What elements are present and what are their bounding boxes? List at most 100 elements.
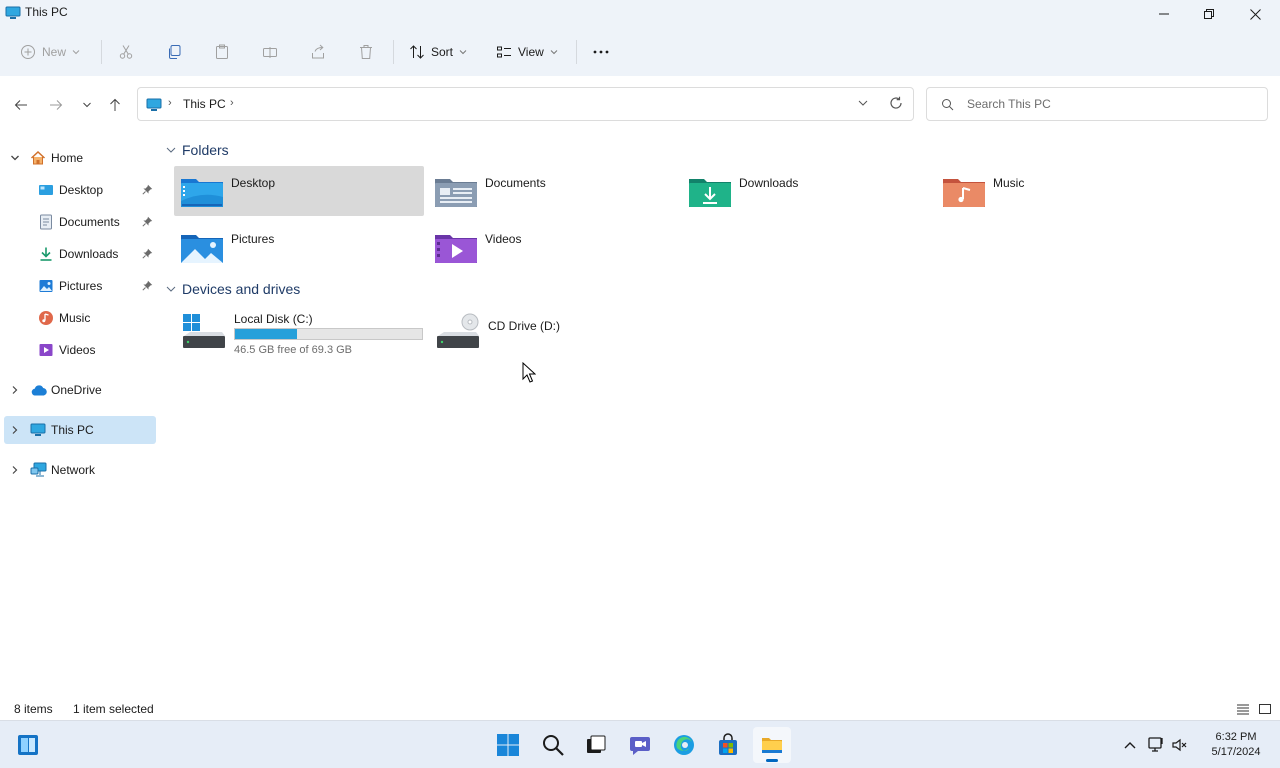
chevron-up-icon [1124, 742, 1136, 749]
sidebar-item-label: Videos [59, 343, 96, 357]
task-view-button[interactable] [577, 727, 615, 763]
address-bar[interactable]: › This PC › [137, 87, 914, 121]
chevron-right-icon[interactable] [10, 464, 20, 478]
folders-section-header[interactable]: Folders [166, 142, 229, 158]
active-app-indicator [766, 759, 778, 762]
restore-button[interactable] [1186, 0, 1232, 28]
sidebar-item-desktop[interactable]: Desktop [4, 176, 156, 204]
address-row: › This PC › [0, 76, 1280, 132]
cd-drive-icon [436, 312, 480, 355]
delete-button[interactable] [358, 40, 374, 64]
see-more-button[interactable] [592, 40, 610, 64]
chevron-down-icon[interactable] [10, 152, 20, 166]
downloads-folder-icon [688, 173, 732, 212]
system-tray-button[interactable] [1142, 727, 1192, 763]
this-pc-icon [5, 5, 21, 24]
folder-tile-pictures[interactable]: Pictures [174, 222, 424, 272]
folder-tile-music[interactable]: Music [936, 166, 1186, 216]
taskbar-clock[interactable]: 6:32 PM 5/17/2024 [1200, 730, 1272, 760]
music-folder-icon [942, 173, 986, 212]
details-view-button[interactable] [1234, 700, 1252, 718]
cloud-icon [30, 383, 48, 400]
sidebar-item-documents[interactable]: Documents [4, 208, 156, 236]
sidebar-item-pictures[interactable]: Pictures [4, 272, 156, 300]
up-button[interactable] [104, 94, 126, 116]
search-box[interactable] [926, 87, 1268, 121]
search-taskbar-button[interactable] [534, 727, 572, 763]
new-label: New [42, 45, 67, 59]
sidebar-item-label: Music [59, 311, 91, 325]
chat-button[interactable] [621, 727, 659, 763]
arrow-right-icon [50, 100, 63, 110]
sidebar-item-this-pc[interactable]: This PC [4, 416, 156, 444]
pin-icon[interactable] [142, 184, 153, 198]
drive-tile-c[interactable]: Local Disk (C:) 46.5 GB free of 69.3 GB [178, 308, 428, 358]
drives-header-label: Devices and drives [182, 281, 301, 297]
minimize-button[interactable] [1141, 0, 1187, 28]
search-input[interactable] [967, 95, 1257, 113]
command-bar: New Sort View [0, 28, 1280, 76]
recent-locations-button[interactable] [76, 94, 98, 116]
sidebar-item-label: Documents [59, 215, 120, 229]
widgets-button[interactable] [9, 727, 47, 763]
folders-header-label: Folders [182, 142, 229, 158]
folder-tile-documents[interactable]: Documents [428, 166, 678, 216]
address-dropdown-button[interactable] [857, 97, 869, 112]
share-icon [312, 44, 324, 59]
folder-tile-videos[interactable]: Videos [428, 222, 678, 272]
sidebar-item-videos[interactable]: Videos [4, 336, 156, 364]
sidebar-item-network[interactable]: Network [4, 456, 156, 484]
edge-button[interactable] [665, 727, 703, 763]
folder-tile-downloads[interactable]: Downloads [682, 166, 932, 216]
close-button[interactable] [1232, 0, 1278, 28]
cut-button[interactable] [118, 40, 134, 64]
new-button[interactable]: New [20, 40, 80, 64]
sidebar-item-music[interactable]: Music [4, 304, 156, 332]
refresh-icon [890, 96, 902, 109]
rename-button[interactable] [262, 40, 278, 64]
view-button[interactable]: View [496, 40, 558, 64]
this-pc-icon [30, 422, 46, 441]
pin-icon[interactable] [142, 280, 153, 294]
drive-label: Local Disk (C:) [234, 312, 313, 326]
chevron-right-icon[interactable] [10, 384, 20, 398]
breadcrumb-this-pc[interactable]: This PC [183, 97, 226, 111]
paste-button[interactable] [214, 40, 230, 64]
folder-label: Pictures [231, 232, 275, 246]
drives-section-header[interactable]: Devices and drives [166, 281, 300, 297]
folder-tile-desktop[interactable]: Desktop [174, 166, 424, 216]
copy-button[interactable] [166, 40, 182, 64]
drive-tile-d[interactable]: CD Drive (D:) [432, 308, 682, 358]
separator [101, 40, 102, 64]
refresh-button[interactable] [889, 96, 903, 113]
network-icon [30, 462, 47, 481]
chevron-right-icon[interactable] [10, 424, 20, 438]
copy-icon [169, 45, 181, 59]
content-area: Folders Desktop Documents Downloads Musi… [160, 132, 1280, 700]
back-button[interactable] [10, 94, 32, 116]
rename-icon [263, 47, 277, 58]
chat-icon [630, 737, 650, 755]
file-explorer-button[interactable] [753, 727, 791, 763]
clipboard-icon [216, 44, 228, 59]
pictures-icon [38, 278, 54, 297]
pin-icon[interactable] [142, 248, 153, 262]
clock-time: 6:32 PM [1215, 731, 1257, 743]
drive-label: CD Drive (D:) [488, 319, 560, 333]
store-button[interactable] [709, 727, 747, 763]
network-status-icon [1148, 737, 1163, 752]
breadcrumb-chevron-icon[interactable]: › [230, 97, 234, 109]
sort-button[interactable]: Sort [409, 40, 467, 64]
pin-icon[interactable] [142, 216, 153, 230]
forward-button[interactable] [45, 94, 67, 116]
sidebar-item-home[interactable]: Home [4, 144, 156, 172]
sidebar-item-downloads[interactable]: Downloads [4, 240, 156, 268]
breadcrumb-chevron-icon[interactable]: › [168, 97, 172, 109]
clock-date: 5/17/2024 [1211, 746, 1261, 758]
share-button[interactable] [310, 40, 326, 64]
sidebar-item-onedrive[interactable]: OneDrive [4, 376, 156, 404]
sidebar-item-label: Downloads [59, 247, 119, 261]
start-button[interactable] [489, 727, 527, 763]
view-icon [497, 46, 511, 58]
tiles-view-button[interactable] [1256, 700, 1274, 718]
